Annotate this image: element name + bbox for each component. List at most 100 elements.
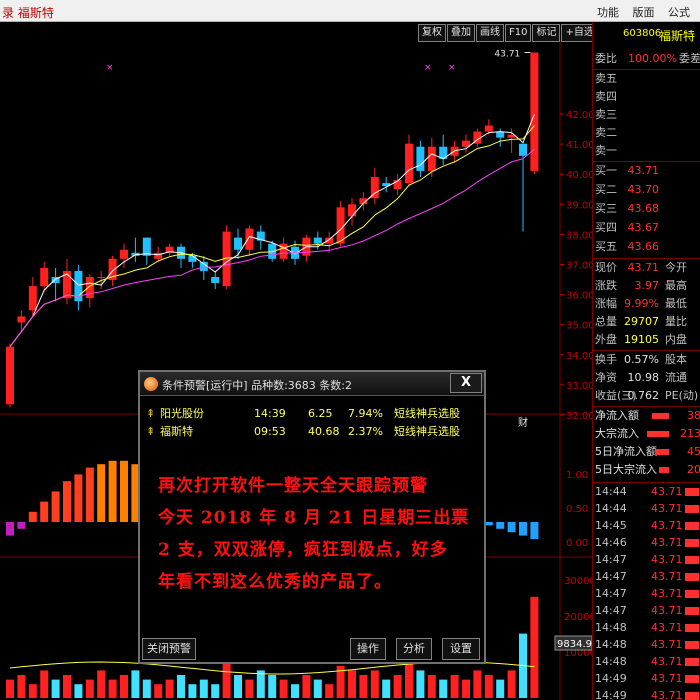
draw-line-button[interactable]: 画线 <box>476 24 504 42</box>
fund-flow-row[interactable]: 净流入额 38 <box>593 407 700 425</box>
settings-button[interactable]: 设置 <box>442 638 480 660</box>
fund-flow-row[interactable]: 5日大宗流入 20 <box>593 461 700 479</box>
tick-row[interactable]: 14:44 43.71 <box>593 483 700 500</box>
volume-bar <box>154 684 163 698</box>
tick-row[interactable]: 14:49 43.71 <box>593 687 700 700</box>
close-icon[interactable]: X <box>450 373 482 393</box>
buy-level-price: 43.70 <box>627 183 660 196</box>
volume-bar <box>302 675 311 698</box>
fund-flow-row[interactable]: 5日净流入额 45 <box>593 443 700 461</box>
buy-level-price: 43.68 <box>627 202 660 215</box>
buy-level-row[interactable]: 买四 43.67 <box>593 219 700 237</box>
tick-row[interactable]: 14:47 43.71 <box>593 602 700 619</box>
tick-row[interactable]: 14:44 43.71 <box>593 500 700 517</box>
tick-row[interactable]: 14:48 43.71 <box>593 653 700 670</box>
sell-level-row[interactable]: 卖五 <box>593 70 700 88</box>
volume-bar <box>473 670 482 698</box>
macd-axis-label: 1.00 <box>566 470 588 481</box>
macd-axis-label: 0.50 <box>566 504 588 515</box>
close-alert-button[interactable]: 关闭预警 <box>142 638 196 660</box>
stat-row[interactable]: 现价 43.71 今开 <box>593 259 700 277</box>
tick-row[interactable]: 14:48 43.71 <box>593 619 700 636</box>
buy-level-label: 买五 <box>595 240 617 253</box>
sell-level-row[interactable]: 卖四 <box>593 88 700 106</box>
sell-level-row[interactable]: 卖一 <box>593 142 700 160</box>
volume-bar <box>17 675 26 698</box>
message-line: 再次打开软件一整天全天跟踪预警 <box>158 476 428 496</box>
tick-price: 43.71 <box>651 672 683 685</box>
tick-row[interactable]: 14:47 43.71 <box>593 585 700 602</box>
tick-price: 43.71 <box>651 621 683 634</box>
macd-bar <box>507 522 516 533</box>
sell-level-label: 卖四 <box>595 90 617 103</box>
stat-row[interactable]: 换手 0.57% 股本 <box>593 351 700 369</box>
tick-row[interactable]: 14:47 43.71 <box>593 551 700 568</box>
tick-price: 43.71 <box>651 604 683 617</box>
tick-time: 14:46 <box>595 536 627 549</box>
tick-time: 14:45 <box>595 519 627 532</box>
alert-row[interactable]: ⇞ 福斯特 09:53 40.68 2.37% 短线神兵选股 <box>144 424 480 440</box>
menu-formula[interactable]: 公式 <box>668 6 690 19</box>
overlay-button[interactable]: 叠加 <box>447 24 475 42</box>
tick-time: 14:49 <box>595 672 627 685</box>
macd-bar <box>530 522 539 539</box>
tick-volume-mark <box>685 488 699 496</box>
volume-bar <box>507 670 516 698</box>
title-bar: 录 福斯特 功能 版面 公式 <box>0 0 700 22</box>
alert-price: 6.25 <box>308 407 333 420</box>
fund-flow-value: 213 <box>680 427 700 440</box>
stat-label2: 最低 <box>665 297 687 310</box>
volume-bar <box>370 670 379 698</box>
macd-bar <box>484 522 493 526</box>
macd-bar <box>6 522 14 536</box>
stat-row[interactable]: 收益(三) 0.762 PE(动) <box>593 387 700 405</box>
alert-app-icon <box>144 377 158 391</box>
fund-flow-row[interactable]: 大宗流入 213 <box>593 425 700 443</box>
buy-level-row[interactable]: 买一 43.71 <box>593 162 700 180</box>
stock-code: 603806 <box>623 28 662 39</box>
sell-level-row[interactable]: 卖三 <box>593 106 700 124</box>
tick-row[interactable]: 14:49 43.71 <box>593 670 700 687</box>
price-axis-label: 33.00 <box>566 381 592 392</box>
f10-button[interactable]: F10 <box>505 24 532 42</box>
tick-row[interactable]: 14:46 43.71 <box>593 534 700 551</box>
stat-row[interactable]: 涨幅 9.99% 最低 <box>593 295 700 313</box>
menu-functions[interactable]: 功能 <box>597 6 619 19</box>
fund-flow-bar <box>659 467 669 473</box>
app-title: 录 福斯特 <box>2 6 54 20</box>
volume-bar <box>199 679 208 698</box>
candle-body <box>313 237 322 244</box>
weibi-row[interactable]: 委比 100.00% 委差 <box>593 50 700 68</box>
fund-flow-label: 5日净流入额 <box>595 445 657 458</box>
candle-body <box>496 131 505 138</box>
volume-value: 9834.99 <box>557 639 592 650</box>
stat-row[interactable]: 外盘 19105 内盘 <box>593 331 700 349</box>
volume-bar <box>74 684 83 698</box>
tick-row[interactable]: 14:45 43.71 <box>593 517 700 534</box>
volume-bar <box>268 675 277 698</box>
dialog-title-bar[interactable]: 条件预警[运行中] 品种数:3683 条数:2 X <box>140 372 484 396</box>
buy-level-row[interactable]: 买五 43.66 <box>593 238 700 256</box>
alert-arrow-icon: ⇞ <box>146 407 156 420</box>
menu-layout[interactable]: 版面 <box>633 6 655 19</box>
alert-price: 40.68 <box>308 425 340 438</box>
tick-volume-mark <box>685 641 699 649</box>
sell-level-row[interactable]: 卖二 <box>593 124 700 142</box>
stat-label2: PE(动) <box>665 389 699 402</box>
stat-row[interactable]: 涨跌 3.97 最高 <box>593 277 700 295</box>
analyze-button[interactable]: 分析 <box>396 638 432 660</box>
volume-bar <box>279 679 288 698</box>
mark-button[interactable]: 标记 <box>532 24 561 42</box>
alert-message: 再次打开软件一整天全天跟踪预警 今天 2018 年 8 月 21 日星期三出票 … <box>158 470 476 598</box>
buy-level-row[interactable]: 买三 43.68 <box>593 200 700 218</box>
alert-row[interactable]: ⇞ 阳光股份 14:39 6.25 7.94% 短线神兵选股 <box>144 406 480 422</box>
operate-button[interactable]: 操作 <box>350 638 386 660</box>
volume-bar <box>28 684 37 698</box>
tick-row[interactable]: 14:47 43.71 <box>593 568 700 585</box>
stat-row[interactable]: 净资 10.98 流通 <box>593 369 700 387</box>
tick-row[interactable]: 14:48 43.71 <box>593 636 700 653</box>
restore-rights-button[interactable]: 复权 <box>418 24 446 42</box>
candle-body <box>142 237 151 256</box>
stat-row[interactable]: 总量 29707 量比 <box>593 313 700 331</box>
buy-level-row[interactable]: 买二 43.70 <box>593 181 700 199</box>
